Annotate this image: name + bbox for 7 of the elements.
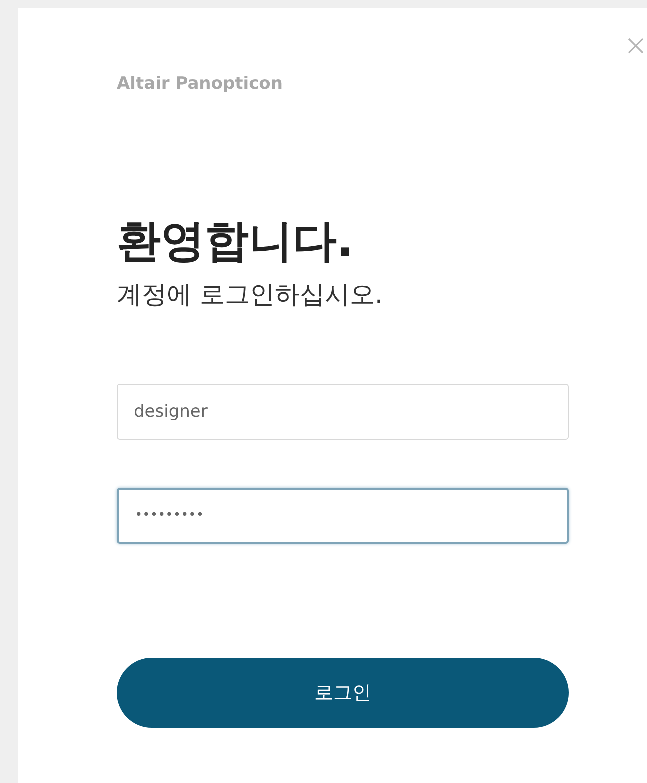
welcome-heading: 환영합니다. <box>117 216 355 268</box>
logo-text: Altair Panopticon <box>117 73 284 96</box>
password-field[interactable]: ••••••••• <box>117 488 569 544</box>
username-field[interactable]: designer <box>117 384 569 440</box>
close-icon[interactable] <box>627 37 645 55</box>
subtitle: 계정에 로그인하십시오. <box>117 279 384 312</box>
login-button[interactable]: 로그인 <box>117 658 569 728</box>
